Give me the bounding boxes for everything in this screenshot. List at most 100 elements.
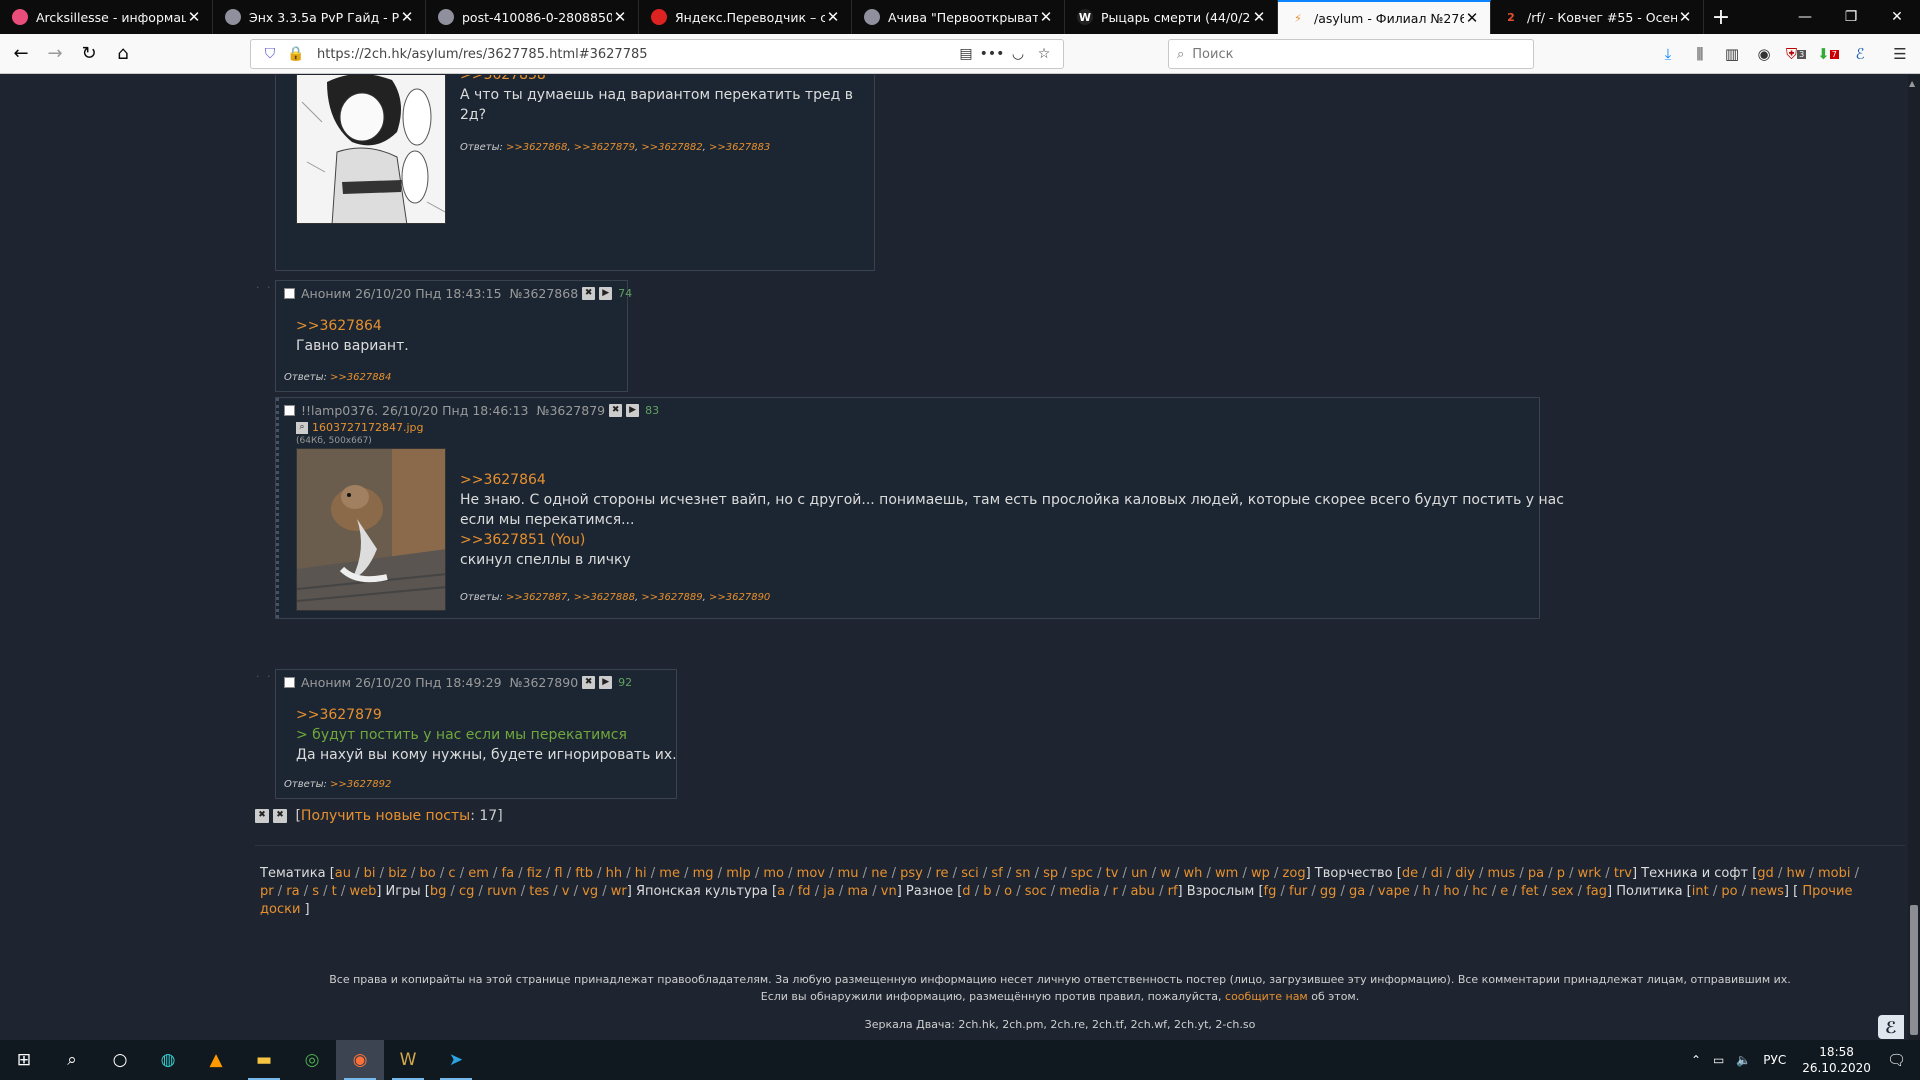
ublock-icon[interactable]: ⛨ 3	[1780, 39, 1812, 69]
board-link[interactable]: diy	[1455, 866, 1475, 881]
page-scrollbar[interactable]: ▲	[1908, 75, 1920, 1040]
board-link[interactable]: rf	[1168, 884, 1178, 899]
url-bar[interactable]: ⛉ 🔒 https://2ch.hk/asylum/res/3627785.ht…	[250, 39, 1064, 69]
library-icon[interactable]: ⫼	[1684, 39, 1716, 69]
translate-floating-icon[interactable]: ℰ	[1878, 1015, 1904, 1039]
tab-close-icon[interactable]: ✕	[1038, 8, 1054, 26]
aimp-icon[interactable]: ▲	[192, 1040, 240, 1080]
restore-icon[interactable]: ❐	[1828, 0, 1874, 34]
board-link[interactable]: mu	[838, 866, 859, 881]
volume-icon[interactable]: 🔈	[1736, 1053, 1751, 1067]
tab-close-icon[interactable]: ✕	[1677, 8, 1693, 26]
tab-6[interactable]: ⚡ /asylum - Филиал №2769 ✕	[1278, 0, 1491, 34]
reply-ref[interactable]: >>3627890	[709, 592, 770, 603]
extension-download-icon[interactable]: ⬇ 7	[1812, 39, 1844, 69]
reply-ref[interactable]: >>3627888	[574, 592, 635, 603]
page-actions-icon[interactable]: •••	[979, 46, 1005, 62]
board-link[interactable]: vn	[881, 884, 897, 899]
search-input[interactable]: ⌕ Поиск	[1168, 39, 1534, 69]
scrollbar-thumb[interactable]	[1910, 905, 1918, 1035]
collapse-all-icon[interactable]: ✖	[273, 809, 287, 823]
board-link[interactable]: po	[1721, 884, 1737, 899]
board-link[interactable]: mo	[763, 866, 784, 881]
tab-4[interactable]: Ачива "Первооткрыватель"✕	[852, 0, 1065, 34]
tab-close-icon[interactable]: ✕	[399, 8, 415, 26]
post-checkbox[interactable]	[284, 677, 295, 688]
edge-icon[interactable]: ◍	[144, 1040, 192, 1080]
board-link[interactable]: soc	[1025, 884, 1047, 899]
board-link[interactable]: trv	[1614, 866, 1632, 881]
bookmark-star-icon[interactable]: ☆	[1031, 46, 1057, 62]
board-link[interactable]: fa	[502, 866, 515, 881]
post-number[interactable]: №3627890	[510, 675, 579, 690]
network-icon[interactable]: ▭	[1713, 1053, 1724, 1067]
board-link[interactable]: h	[1422, 884, 1430, 899]
board-link[interactable]: spc	[1071, 866, 1093, 881]
hide-post-icon[interactable]: ✖	[582, 287, 596, 300]
board-link[interactable]: abu	[1130, 884, 1154, 899]
board-link[interactable]: hi	[635, 866, 647, 881]
board-link[interactable]: s	[312, 884, 319, 899]
tab-1[interactable]: Энх 3.3.5а PvP Гайд - Руково✕	[213, 0, 426, 34]
board-link[interactable]: wrk	[1578, 866, 1602, 881]
minimize-icon[interactable]: —	[1782, 0, 1828, 34]
magnify-icon[interactable]: ⌕	[296, 421, 308, 434]
get-new-posts-link[interactable]: Получить новые посты	[301, 808, 470, 824]
reply-ref[interactable]: >>3627882	[641, 142, 702, 153]
board-link[interactable]: web	[349, 884, 376, 899]
board-link[interactable]: media	[1059, 884, 1100, 899]
board-link[interactable]: au	[335, 866, 351, 881]
tab-close-icon[interactable]: ✕	[1251, 8, 1267, 26]
board-link[interactable]: hw	[1786, 866, 1805, 881]
tab-3[interactable]: Яндекс.Переводчик – слова✕	[639, 0, 852, 34]
reply-ref[interactable]: >>3627889	[641, 592, 702, 603]
reply-link[interactable]: >>3627864	[460, 470, 1564, 490]
board-link[interactable]: ma	[847, 884, 868, 899]
search-taskbar-icon[interactable]: ⌕	[48, 1040, 96, 1080]
board-link[interactable]: w	[1160, 866, 1171, 881]
reply-ref[interactable]: >>3627868	[506, 142, 567, 153]
board-link[interactable]: pa	[1528, 866, 1544, 881]
board-link[interactable]: un	[1131, 866, 1147, 881]
board-link[interactable]: ra	[286, 884, 299, 899]
tab-7[interactable]: 2/rf/ - Ковчег #55 - Осенне-✕	[1491, 0, 1704, 34]
tray-chevron-icon[interactable]: ⌃	[1691, 1053, 1701, 1067]
board-link[interactable]: mobi	[1818, 866, 1850, 881]
board-link[interactable]: o	[1004, 884, 1012, 899]
board-link[interactable]: ne	[871, 866, 887, 881]
expand-post-icon[interactable]: ▶	[599, 676, 613, 689]
board-link[interactable]: ho	[1443, 884, 1459, 899]
board-link[interactable]: fet	[1521, 884, 1539, 899]
tab-close-icon[interactable]: ✕	[186, 8, 202, 26]
firefox-icon[interactable]: ◉	[336, 1040, 384, 1080]
reply-ref[interactable]: >>3627887	[506, 592, 567, 603]
tab-close-icon[interactable]: ✕	[612, 8, 628, 26]
reload-icon[interactable]: ↻	[72, 39, 106, 69]
post-image-sparrow[interactable]	[296, 448, 446, 611]
board-link[interactable]: fg	[1264, 884, 1277, 899]
board-link[interactable]: fiz	[527, 866, 542, 881]
board-link[interactable]: a	[777, 884, 785, 899]
reply-ref[interactable]: >>3627879	[574, 142, 635, 153]
post-number[interactable]: №3627879	[536, 403, 605, 418]
board-link[interactable]: em	[468, 866, 489, 881]
board-link[interactable]: ja	[823, 884, 835, 899]
board-link[interactable]: fl	[554, 866, 562, 881]
downloads-icon[interactable]: ⤓	[1652, 39, 1684, 69]
reply-link[interactable]: >>3627879	[296, 705, 677, 725]
post-checkbox[interactable]	[284, 288, 295, 299]
tab-0[interactable]: Arcksillesse - информация о✕	[0, 0, 213, 34]
board-link[interactable]: me	[659, 866, 680, 881]
board-link[interactable]: sf	[991, 866, 1002, 881]
board-link[interactable]: pr	[260, 884, 274, 899]
board-link[interactable]: hh	[606, 866, 622, 881]
board-link[interactable]: sn	[1015, 866, 1030, 881]
board-link[interactable]: gg	[1320, 884, 1337, 899]
sidebar-icon[interactable]: ▥	[1716, 39, 1748, 69]
new-tab-button[interactable]: +	[1704, 0, 1738, 34]
board-link[interactable]: bi	[364, 866, 376, 881]
menu-icon[interactable]: ☰	[1884, 39, 1916, 69]
board-link[interactable]: p	[1557, 866, 1565, 881]
tab-close-icon[interactable]: ✕	[825, 8, 841, 26]
expand-post-icon[interactable]: ▶	[599, 287, 613, 300]
